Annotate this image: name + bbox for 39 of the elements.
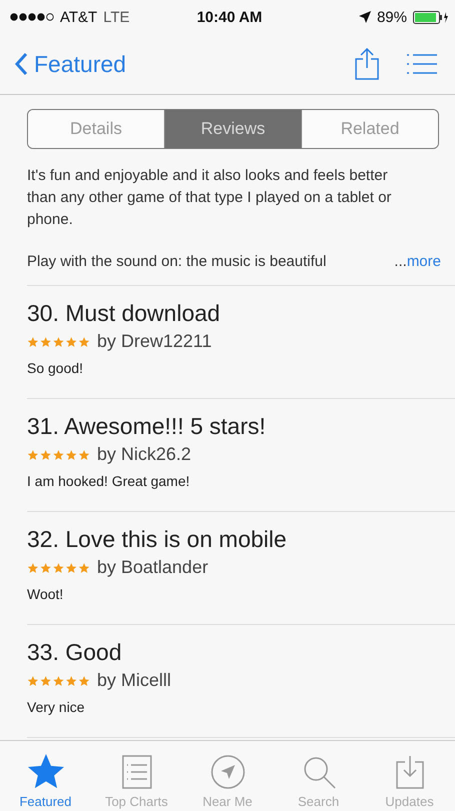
tab-bar-item[interactable]: Top Charts: [91, 741, 182, 811]
star-icon: [26, 754, 64, 790]
review-body: I am hooked! Great game!: [27, 473, 191, 489]
list-icon: [120, 754, 152, 790]
review-title: 31. Awesome!!! 5 stars!: [27, 413, 267, 440]
ellipsis-text: ...: [394, 253, 407, 270]
review-text: Play with the sound on: the music is beautiful: [27, 253, 326, 270]
review-body: Very nice: [27, 699, 86, 715]
tab-bar-item[interactable]: Search: [273, 741, 364, 811]
carrier-text: AT&T: [60, 8, 98, 26]
review-body: So good!: [27, 360, 84, 376]
review-title: 32. Love this is on mobile: [27, 526, 288, 553]
back-button[interactable]: Featured: [14, 50, 327, 78]
review-author: by Nick26.2: [97, 444, 192, 465]
tab-bar-item[interactable]: Updates: [364, 741, 455, 811]
review-title: 30. Must download: [27, 300, 222, 327]
review-title: 33. Good: [27, 639, 123, 666]
review-author: by Drew12211: [97, 331, 212, 352]
review-text: It's fun and enjoyable and it also looks and feels better than any other game of that type I played on a tablet or phone.: [27, 166, 392, 230]
back-chevron-icon: [14, 52, 28, 76]
menu-button[interactable]: [407, 53, 437, 75]
download-tray-icon: [394, 754, 424, 790]
tab-bar-item[interactable]: Near Me: [182, 741, 273, 811]
segment-tab[interactable]: Reviews: [164, 110, 301, 148]
battery-percent-text: 89%: [376, 8, 407, 26]
tab-bar-item[interactable]: Featured: [0, 741, 91, 811]
network-text: LTE: [103, 8, 130, 26]
list-icon: [407, 53, 437, 75]
share-button[interactable]: [355, 48, 379, 80]
location-arrow-icon: [358, 11, 371, 23]
battery-charging-icon: [413, 10, 449, 24]
signal-icon: [10, 13, 54, 21]
more-link[interactable]: more: [406, 253, 441, 270]
clock-text: 10:40 AM: [196, 8, 262, 26]
review-body: Woot!: [27, 586, 64, 602]
segment-tab[interactable]: Related: [301, 110, 438, 148]
review-author: by Boatlander: [97, 557, 208, 578]
share-icon: [355, 48, 379, 80]
review-author: by Micelll: [97, 670, 172, 691]
